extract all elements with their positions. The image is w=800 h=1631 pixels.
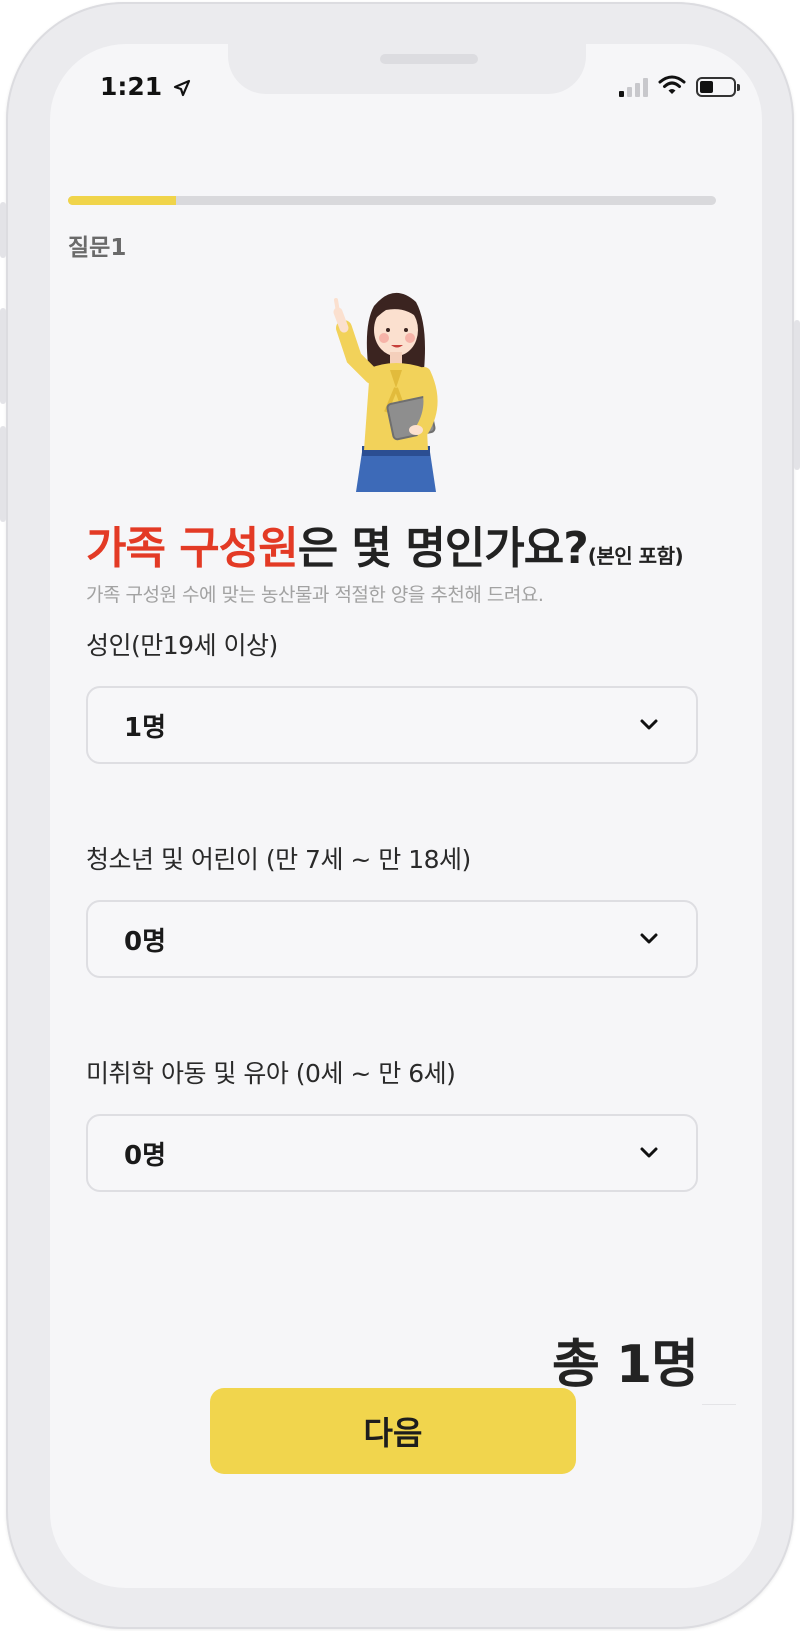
wifi-icon xyxy=(658,74,686,100)
volume-up-button xyxy=(0,308,6,404)
chevron-down-icon xyxy=(638,928,660,950)
battery-fill xyxy=(700,81,713,93)
power-button xyxy=(794,320,800,470)
question-subtitle: 가족 구성원 수에 맞는 농산물과 적절한 양을 추천해 드려요. xyxy=(86,584,544,606)
next-button[interactable]: 다음 xyxy=(210,1388,576,1474)
question-title-highlight: 가족 구성원 xyxy=(86,523,299,574)
total-count: 총 1명 xyxy=(552,1335,699,1395)
battery-icon xyxy=(696,77,740,97)
status-icons xyxy=(619,74,740,100)
question-title-suffix: (본인 포함) xyxy=(587,544,684,568)
phone-frame: 1:21 질문1 가족 구성원은 몇 명인가요?(본인 포함) 가족 구성원 수… xyxy=(0,2,800,1629)
side-button xyxy=(0,202,6,258)
screen: 1:21 질문1 가족 구성원은 몇 명인가요?(본인 포함) 가족 구성원 수… xyxy=(50,44,762,1588)
notch xyxy=(228,44,586,94)
preschool-count-select[interactable]: 0명 xyxy=(86,1114,698,1192)
adult-count-value: 1명 xyxy=(124,712,167,743)
speaker-grill xyxy=(380,54,478,64)
question-number: 질문1 xyxy=(68,235,127,261)
question-title: 가족 구성원은 몇 명인가요?(본인 포함) xyxy=(86,512,726,576)
youth-count-select[interactable]: 0명 xyxy=(86,900,698,978)
status-time: 1:21 xyxy=(100,72,191,103)
preschool-count-label: 미취학 아동 및 유아 (0세 ~ 만 6세) xyxy=(86,1059,456,1088)
youth-count-label: 청소년 및 어린이 (만 7세 ~ 만 18세) xyxy=(86,845,471,874)
volume-down-button xyxy=(0,426,6,522)
presenter-illustration xyxy=(333,292,438,492)
youth-count-value: 0명 xyxy=(124,926,167,957)
adult-count-select[interactable]: 1명 xyxy=(86,686,698,764)
cellular-signal-icon xyxy=(619,77,648,97)
preschool-count-value: 0명 xyxy=(124,1140,167,1171)
progress-bar xyxy=(68,196,716,205)
divider xyxy=(702,1404,736,1405)
location-arrow-icon xyxy=(173,74,191,103)
chevron-down-icon xyxy=(638,714,660,736)
adult-count-label: 성인(만19세 이상) xyxy=(86,631,278,660)
progress-bar-fill xyxy=(68,196,177,205)
chevron-down-icon xyxy=(638,1142,660,1164)
status-time-text: 1:21 xyxy=(100,72,163,101)
question-title-text: 은 몇 명인가요? xyxy=(297,523,589,574)
